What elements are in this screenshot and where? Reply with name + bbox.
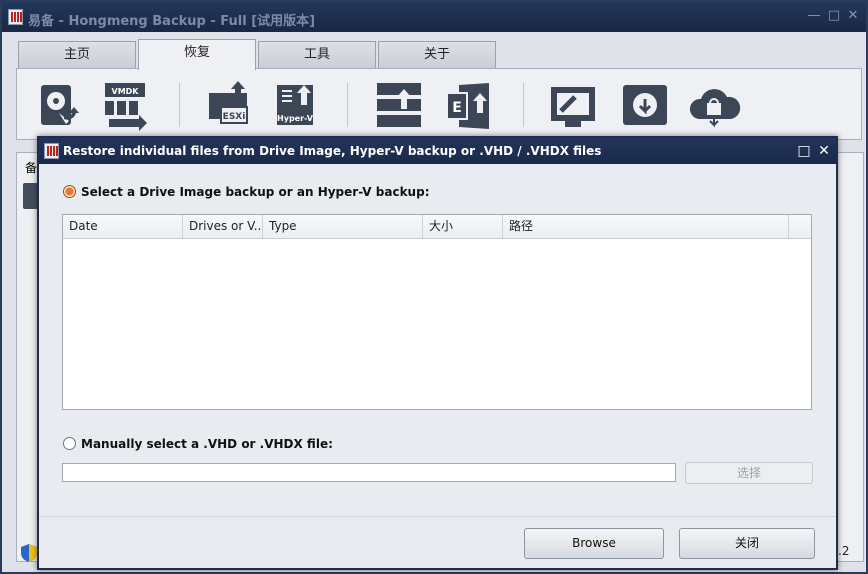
esxi-label: ESXi	[223, 112, 246, 122]
window-title: 易备 - Hongmeng Backup - Full [试用版本]	[28, 14, 316, 29]
vhd-path-input[interactable]	[62, 463, 676, 482]
column-drives[interactable]: Drives or V...	[183, 215, 263, 238]
close-button[interactable]: 关闭	[679, 528, 815, 559]
ribbon-toolbar: VMDK ESXi Hyper-V E	[16, 68, 862, 140]
tab-restore[interactable]: 恢复	[138, 39, 256, 70]
maximize-button[interactable]: □	[826, 8, 842, 24]
main-titlebar: 易备 - Hongmeng Backup - Full [试用版本] — □ ✕	[2, 2, 866, 32]
server-restore-icon[interactable]	[373, 79, 427, 133]
tab-home[interactable]: 主页	[18, 41, 136, 69]
browse-button[interactable]: Browse	[524, 528, 664, 559]
column-size[interactable]: 大小	[423, 215, 503, 238]
restore-files-dialog: Restore individual files from Drive Imag…	[37, 136, 838, 570]
dialog-close-button[interactable]: ✕	[816, 143, 832, 159]
drive-image-restore-icon[interactable]	[31, 79, 85, 133]
app-logo-icon	[44, 143, 59, 159]
exchange-restore-icon[interactable]: E	[443, 79, 497, 133]
dialog-title: Restore individual files from Drive Imag…	[63, 144, 602, 158]
manual-vhd-radio[interactable]	[63, 437, 76, 450]
dialog-titlebar: Restore individual files from Drive Imag…	[39, 138, 836, 164]
hyper-v-restore-icon[interactable]: Hyper-V	[273, 79, 327, 133]
table-header: Date Drives or V... Type 大小 路径	[63, 215, 811, 239]
tab-tools[interactable]: 工具	[258, 41, 376, 69]
column-date[interactable]: Date	[63, 215, 183, 238]
drive-image-radio-label: Select a Drive Image backup or an Hyper-…	[81, 185, 430, 199]
version-label: .2	[838, 544, 850, 558]
choose-button[interactable]: 选择	[685, 462, 813, 484]
backup-list-table[interactable]: Date Drives or V... Type 大小 路径	[62, 214, 812, 410]
close-window-button[interactable]: ✕	[845, 8, 861, 24]
app-logo-icon	[8, 9, 23, 25]
tab-about[interactable]: 关于	[378, 41, 496, 69]
vmdk-label: VMDK	[112, 87, 140, 96]
dialog-maximize-button[interactable]: □	[796, 143, 812, 159]
ribbon-separator	[347, 83, 348, 127]
minimize-button[interactable]: —	[806, 8, 822, 24]
esxi-restore-icon[interactable]: ESXi	[205, 79, 259, 133]
manual-vhd-radio-label: Manually select a .VHD or .VHDX file:	[81, 437, 333, 451]
svg-text:E: E	[452, 100, 462, 116]
dialog-separator	[39, 516, 836, 517]
ftp-restore-icon[interactable]	[547, 79, 601, 133]
column-type[interactable]: Type	[263, 215, 423, 238]
drive-image-radio[interactable]	[63, 185, 76, 198]
disk-restore-icon[interactable]	[619, 79, 673, 133]
panel-header: 备	[25, 161, 38, 175]
column-path[interactable]: 路径	[503, 215, 789, 238]
hyper-v-label: Hyper-V	[277, 114, 314, 123]
vmdk-restore-icon[interactable]: VMDK	[101, 79, 155, 133]
ribbon-separator	[179, 83, 180, 127]
cloud-restore-icon[interactable]	[687, 79, 741, 133]
ribbon-separator	[523, 83, 524, 127]
